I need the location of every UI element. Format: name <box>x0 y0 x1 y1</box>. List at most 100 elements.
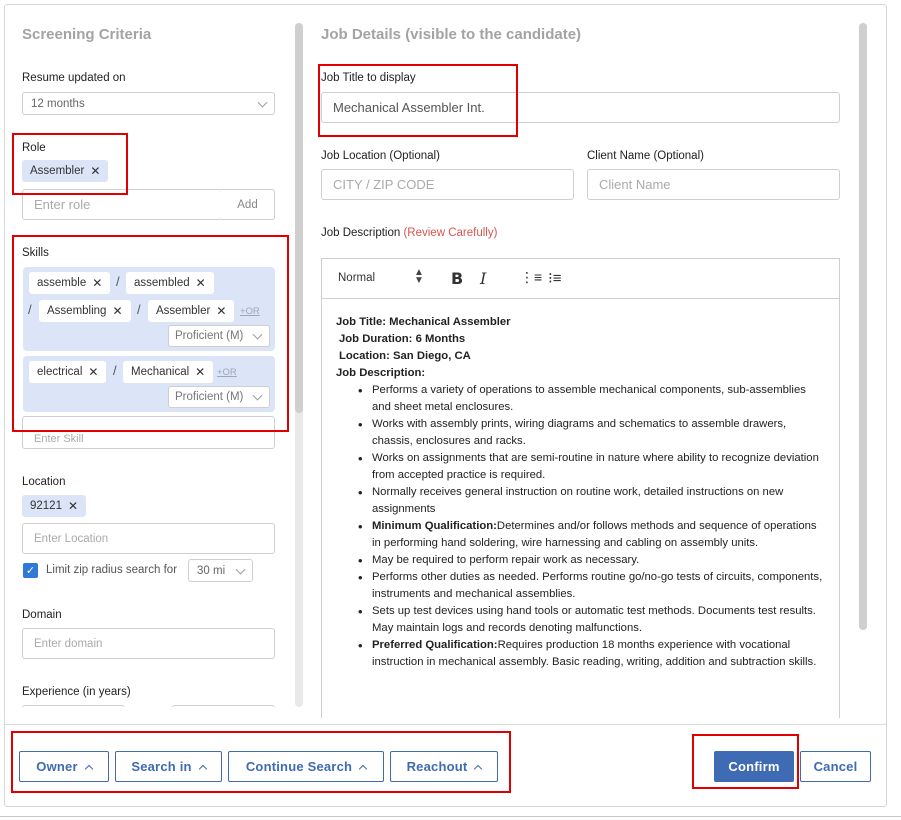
chevron-down-icon <box>252 390 263 401</box>
skill-placeholder: Enter Skill <box>34 433 84 445</box>
confirm-button[interactable]: Confirm <box>714 751 794 782</box>
search-in-button[interactable]: Search in <box>115 751 222 782</box>
or-separator: / <box>113 363 117 378</box>
content-description-head: Job Description: <box>336 367 426 379</box>
role-input[interactable]: Enter role <box>22 189 222 220</box>
list-item: Performs other duties as needed. Perform… <box>358 569 826 603</box>
content-title-line: Job Title: Mechanical Assembler <box>336 316 511 328</box>
resume-updated-select[interactable]: 12 months <box>22 92 275 115</box>
skill-chip-label: Assembling <box>47 305 107 317</box>
remove-icon[interactable]: ✕ <box>88 365 98 379</box>
job-description-editor[interactable]: Normal ▲ ▼ B I ⋮≡ ⁝≡ Job Title: Mechanica… <box>321 258 840 718</box>
reachout-button[interactable]: Reachout <box>390 751 498 782</box>
content-location-line: Location: San Diego, CA <box>339 350 471 362</box>
skill-input[interactable]: Enter Skill <box>22 416 275 449</box>
location-placeholder: Enter Location <box>34 532 109 545</box>
bullet-bold: Preferred Qualification: <box>372 639 498 651</box>
skill-chip: electrical ✕ <box>29 361 107 383</box>
zip-radius-select[interactable]: 30 mi <box>188 559 253 582</box>
client-name-placeholder: Client Name <box>599 177 671 192</box>
proficiency-select[interactable]: Proficient (M) <box>168 386 270 408</box>
remove-icon[interactable]: ✕ <box>112 304 122 318</box>
bullet-text: Sets up test devices using hand tools or… <box>372 605 816 634</box>
skill-chip-label: Mechanical <box>131 366 190 378</box>
owner-label: Owner <box>36 759 78 774</box>
screening-panel: Screening Criteria Resume updated on 12 … <box>5 5 305 707</box>
location-chip: 92121 ✕ <box>22 495 87 517</box>
skill-chip-label: electrical <box>37 366 83 378</box>
job-title-label: Job Title to display <box>321 72 416 84</box>
editor-content[interactable]: Job Title: Mechanical Assembler Job Dura… <box>336 314 826 671</box>
domain-label: Domain <box>22 609 62 621</box>
or-separator: / <box>28 302 32 317</box>
experience-min-input[interactable] <box>22 705 125 707</box>
proficiency-select[interactable]: Proficient (M) <box>168 325 270 347</box>
skill-chip: assembled ✕ <box>126 272 214 294</box>
search-modal: Screening Criteria Resume updated on 12 … <box>4 4 887 807</box>
left-scrollbar-thumb[interactable] <box>295 23 303 413</box>
remove-icon[interactable]: ✕ <box>195 365 205 379</box>
resume-updated-value: 12 months <box>31 97 85 110</box>
location-label: Location <box>22 476 66 488</box>
ordered-list-icon[interactable]: ⋮≡ <box>520 269 542 286</box>
job-location-placeholder: CITY / ZIP CODE <box>333 177 435 192</box>
chevron-down-icon <box>252 329 263 340</box>
remove-icon[interactable]: ✕ <box>196 276 206 290</box>
zip-radius-label: Limit zip radius search for <box>46 564 178 576</box>
list-item: Sets up test devices using hand tools or… <box>358 603 826 637</box>
job-title-value: Mechanical Assembler Int. <box>333 100 485 115</box>
job-details-title: Job Details (visible to the candidate) <box>321 26 582 43</box>
remove-icon[interactable]: ✕ <box>68 499 78 513</box>
location-input[interactable]: Enter Location <box>22 523 275 554</box>
job-location-label: Job Location (Optional) <box>321 150 440 162</box>
description-bullet-list: Performs a variety of operations to asse… <box>336 382 826 671</box>
chevron-down-icon <box>235 564 246 575</box>
remove-icon[interactable]: ✕ <box>216 304 226 318</box>
remove-icon[interactable]: ✕ <box>90 164 100 178</box>
chevron-up-icon <box>474 764 483 773</box>
skill-chip: Assembler ✕ <box>148 300 235 322</box>
zip-radius-checkbox[interactable]: ✓ <box>23 563 38 578</box>
reachout-label: Reachout <box>406 759 468 774</box>
bullet-list-icon[interactable]: ⁝≡ <box>548 269 562 287</box>
add-or-link[interactable]: +OR <box>217 367 237 378</box>
experience-max-input[interactable] <box>172 705 275 707</box>
role-chip: Assembler ✕ <box>22 160 109 182</box>
continue-search-button[interactable]: Continue Search <box>228 751 384 782</box>
zip-radius-value: 30 mi <box>197 564 226 577</box>
skill-chip-label: Assembler <box>156 305 211 317</box>
skills-label: Skills <box>22 247 49 259</box>
italic-icon[interactable]: I <box>480 269 486 288</box>
proficiency-value: Proficient (M) <box>175 391 244 403</box>
proficiency-value: Proficient (M) <box>175 330 244 342</box>
list-item: Minimum Qualification:Determines and/or … <box>358 518 826 552</box>
chevron-down-icon <box>257 97 268 108</box>
job-location-input[interactable]: CITY / ZIP CODE <box>321 169 574 200</box>
search-in-label: Search in <box>131 759 192 774</box>
text-style-select[interactable]: Normal <box>338 272 375 284</box>
bold-icon[interactable]: B <box>451 269 463 288</box>
client-name-input[interactable]: Client Name <box>587 169 840 200</box>
list-item: Normally receives general instruction on… <box>358 484 826 518</box>
right-scrollbar-thumb[interactable] <box>859 23 867 630</box>
continue-search-label: Continue Search <box>245 759 353 774</box>
skill-chip-label: assemble <box>37 277 87 289</box>
screening-title: Screening Criteria <box>22 26 152 43</box>
list-item: Performs a variety of operations to asse… <box>358 382 826 416</box>
owner-button[interactable]: Owner <box>19 751 109 782</box>
bullet-bold: Minimum Qualification: <box>372 520 497 532</box>
bullet-text: May be required to perform repair work a… <box>372 554 640 566</box>
bullet-text: Works on assignments that are semi-routi… <box>372 452 819 481</box>
add-role-button[interactable]: Add <box>221 189 275 220</box>
domain-input[interactable]: Enter domain <box>22 628 275 659</box>
job-description-label: Job Description (Review Carefully) <box>321 227 497 239</box>
cancel-button[interactable]: Cancel <box>800 751 871 782</box>
bullet-text: Works with assembly prints, wiring diagr… <box>372 418 787 447</box>
resume-updated-label: Resume updated on <box>22 72 126 84</box>
add-or-link[interactable]: +OR <box>240 306 260 317</box>
client-name-label: Client Name (Optional) <box>587 150 704 162</box>
remove-icon[interactable]: ✕ <box>92 276 102 290</box>
chevron-up-icon <box>358 764 368 773</box>
list-item: Preferred Qualification:Requires product… <box>358 637 826 671</box>
job-title-input[interactable]: Mechanical Assembler Int. <box>321 92 840 123</box>
